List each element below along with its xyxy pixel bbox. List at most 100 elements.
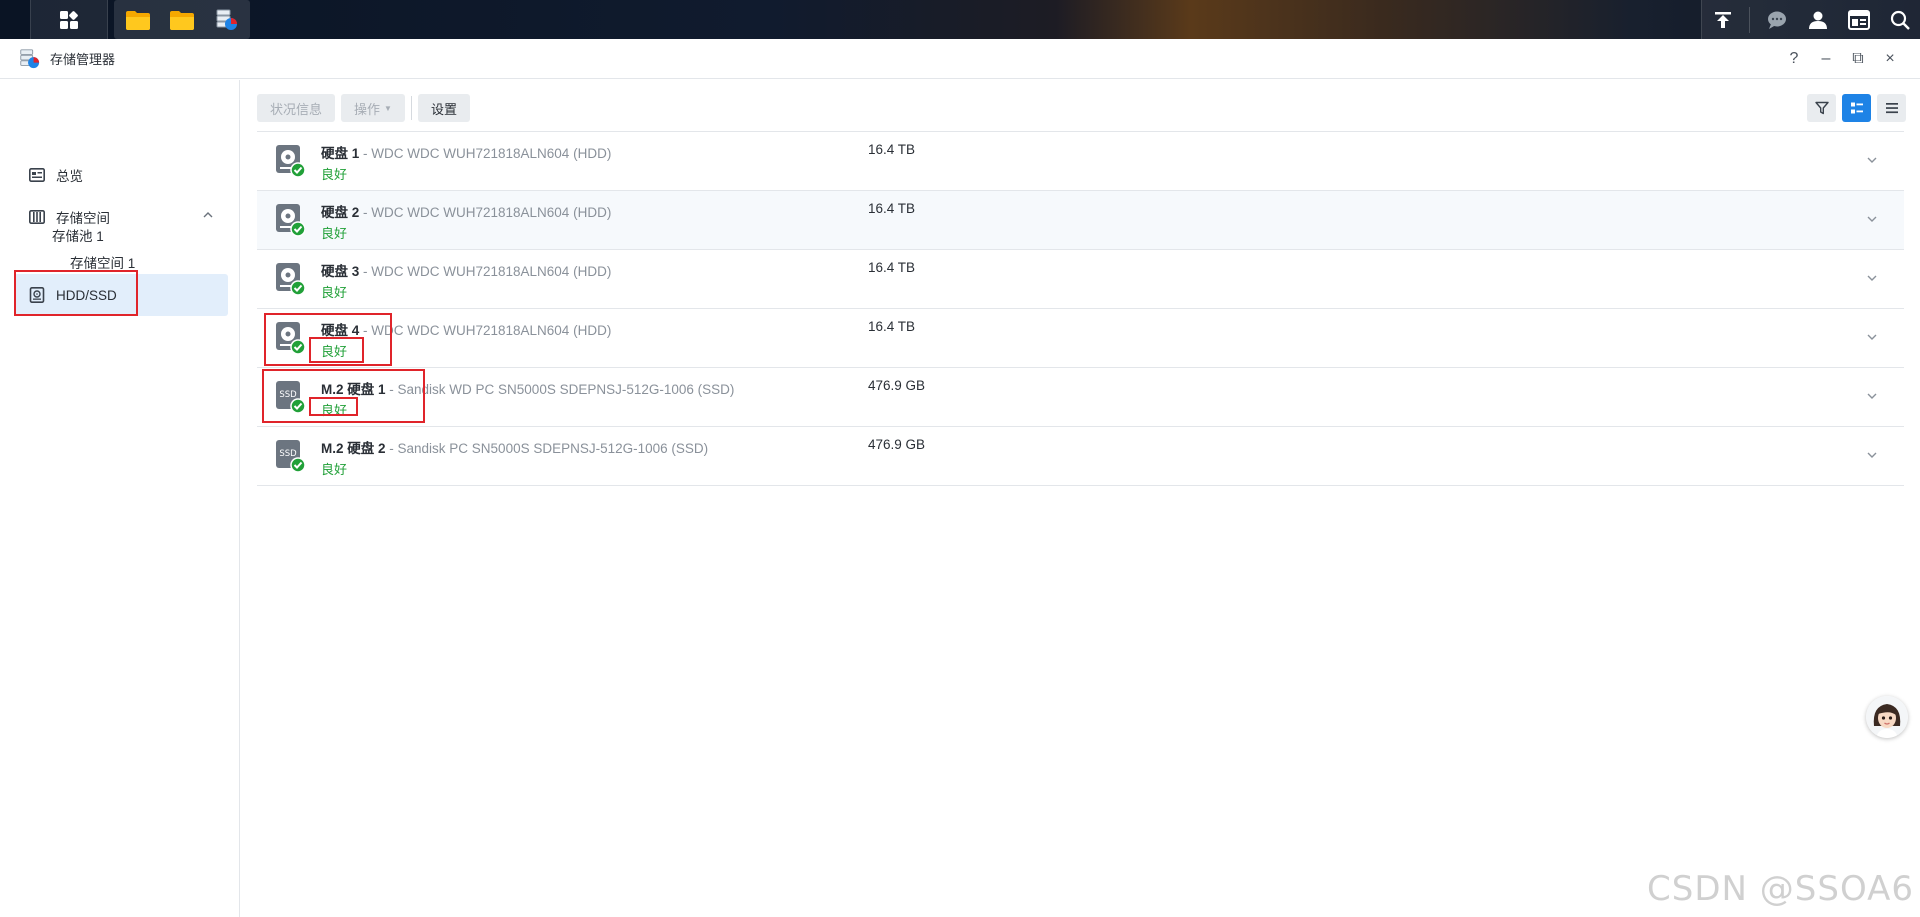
chevron-down-icon[interactable] bbox=[1866, 272, 1878, 284]
disk-model: - Sandisk PC SN5000S SDEPNSJ-512G-1006 (… bbox=[385, 441, 709, 456]
file-station-2-button[interactable] bbox=[160, 0, 204, 39]
ssd-icon-label: SSD bbox=[279, 390, 297, 400]
help-button[interactable]: ? bbox=[1778, 43, 1810, 75]
disk-name: 硬盘 2 - WDC WDC WUH721818ALN604 (HDD) bbox=[321, 201, 611, 221]
sidebar-item-storage-pool[interactable]: 存储池 1 bbox=[52, 225, 104, 245]
widgets-icon bbox=[1847, 9, 1870, 30]
taskbar-tray bbox=[1701, 0, 1920, 39]
taskbar-apps bbox=[114, 0, 250, 39]
disk-status: 良好 bbox=[321, 344, 348, 359]
action-button[interactable]: 操作 ▼ bbox=[341, 94, 405, 122]
disk-name: 硬盘 4 - WDC WDC WUH721818ALN604 (HDD) bbox=[321, 319, 611, 339]
disk-label: M.2 硬盘 1 bbox=[321, 382, 386, 397]
view-controls bbox=[1801, 94, 1906, 122]
hdd-icon bbox=[276, 145, 305, 178]
list-icon bbox=[1885, 103, 1898, 114]
chat-icon bbox=[1767, 11, 1786, 29]
disk-size: 16.4 TB bbox=[868, 260, 916, 275]
action-label: 操作 bbox=[354, 101, 381, 117]
detail-list-icon bbox=[1850, 102, 1863, 114]
filter-button[interactable] bbox=[1807, 94, 1836, 122]
storage-manager-window: 存储管理器 ? – ⧉ × 总览 存储空间 存储池 1 存储空间 1 HDD/S… bbox=[0, 39, 1920, 917]
search-button[interactable] bbox=[1879, 0, 1920, 39]
toolbar-divider bbox=[410, 96, 412, 120]
ssd-icon-label: SSD bbox=[279, 449, 297, 459]
chevron-down-icon[interactable] bbox=[1866, 154, 1878, 166]
sidebar-item-label: HDD/SSD bbox=[56, 287, 117, 303]
chevron-down-icon[interactable] bbox=[1866, 331, 1878, 343]
disk-model: - WDC WDC WUH721818ALN604 (HDD) bbox=[359, 264, 612, 279]
chevron-down-icon[interactable] bbox=[1866, 390, 1878, 402]
disk-row[interactable]: SSD M.2 硬盘 2 - Sandisk PC SN5000S SDEPNS… bbox=[257, 427, 1904, 486]
disk-model: - WDC WDC WUH721818ALN604 (HDD) bbox=[359, 323, 612, 338]
user-button[interactable] bbox=[1797, 0, 1838, 39]
assistant-avatar[interactable] bbox=[1866, 696, 1908, 738]
sidebar-item-overview[interactable]: 总览 bbox=[14, 154, 228, 196]
chevron-down-icon[interactable] bbox=[1866, 213, 1878, 225]
disk-row[interactable]: 硬盘 1 - WDC WDC WUH721818ALN604 (HDD) 良好 … bbox=[257, 132, 1904, 191]
filter-icon bbox=[1814, 101, 1829, 115]
window-controls: ? – ⧉ × bbox=[1778, 39, 1906, 79]
disk-label: 硬盘 4 bbox=[321, 323, 360, 338]
user-icon bbox=[1808, 11, 1827, 29]
ssd-icon: SSD bbox=[276, 440, 305, 473]
disk-size: 16.4 TB bbox=[868, 201, 916, 216]
main-content: 状况信息 操作 ▼ 设置 硬盘 1 - WDC WDC WUH721818ALN6… bbox=[241, 80, 1920, 917]
main-menu-icon bbox=[60, 10, 78, 29]
disk-label: 硬盘 1 bbox=[321, 146, 360, 161]
sidebar-item-hdd-ssd[interactable]: HDD/SSD bbox=[14, 274, 228, 316]
window-title: 存储管理器 bbox=[50, 52, 116, 67]
disk-size: 476.9 GB bbox=[868, 378, 926, 393]
chevron-down-icon[interactable] bbox=[1866, 449, 1878, 461]
disk-row[interactable]: 硬盘 4 - WDC WDC WUH721818ALN604 (HDD) 良好 … bbox=[257, 309, 1904, 368]
sidebar-item-storage[interactable]: 存储空间 bbox=[14, 196, 228, 238]
status-info-label: 状况信息 bbox=[270, 101, 323, 117]
disk-size: 16.4 TB bbox=[868, 142, 916, 157]
storage-icon bbox=[28, 208, 46, 226]
disk-status: 良好 bbox=[321, 167, 348, 182]
sidebar-item-label: 存储空间 bbox=[56, 211, 110, 226]
close-button[interactable]: × bbox=[1874, 43, 1906, 75]
assistant-icon bbox=[1866, 696, 1908, 738]
storage-manager-icon bbox=[216, 9, 237, 30]
detail-view-button[interactable] bbox=[1842, 94, 1871, 122]
disk-model: - WDC WDC WUH721818ALN604 (HDD) bbox=[359, 205, 612, 220]
disk-row[interactable]: 硬盘 3 - WDC WDC WUH721818ALN604 (HDD) 良好 … bbox=[257, 250, 1904, 309]
disk-status: 良好 bbox=[321, 462, 348, 477]
disk-status: 良好 bbox=[321, 403, 348, 418]
disk-label: 硬盘 2 bbox=[321, 205, 360, 220]
folder-icon bbox=[170, 10, 194, 30]
disk-row[interactable]: 硬盘 2 - WDC WDC WUH721818ALN604 (HDD) 良好 … bbox=[257, 191, 1904, 250]
settings-button[interactable]: 设置 bbox=[417, 94, 470, 122]
disk-list: 硬盘 1 - WDC WDC WUH721818ALN604 (HDD) 良好 … bbox=[257, 131, 1904, 486]
sidebar-item-volume[interactable]: 存储空间 1 bbox=[70, 252, 135, 272]
upload-button[interactable] bbox=[1702, 0, 1743, 39]
disk-name: 硬盘 3 - WDC WDC WUH721818ALN604 (HDD) bbox=[321, 260, 611, 280]
hdd-icon bbox=[276, 204, 305, 237]
storage-manager-taskbar-button[interactable] bbox=[204, 0, 248, 39]
overview-icon bbox=[28, 166, 46, 184]
taskbar bbox=[0, 0, 1920, 39]
restore-button[interactable]: ⧉ bbox=[1842, 43, 1874, 75]
minimize-button[interactable]: – bbox=[1810, 43, 1842, 75]
sidebar: 总览 存储空间 存储池 1 存储空间 1 HDD/SSD bbox=[0, 80, 240, 917]
list-view-button[interactable] bbox=[1877, 94, 1906, 122]
file-station-button[interactable] bbox=[116, 0, 160, 39]
upload-icon bbox=[1714, 11, 1731, 28]
storage-manager-icon bbox=[20, 48, 40, 68]
disk-name: M.2 硬盘 1 - Sandisk WD PC SN5000S SDEPNSJ… bbox=[321, 378, 734, 398]
widgets-button[interactable] bbox=[1838, 0, 1879, 39]
settings-label: 设置 bbox=[430, 101, 457, 117]
disk-row[interactable]: SSD M.2 硬盘 1 - Sandisk WD PC SN5000S SDE… bbox=[257, 368, 1904, 427]
main-menu-button[interactable] bbox=[30, 0, 108, 39]
ssd-icon: SSD bbox=[276, 381, 305, 414]
chat-button[interactable] bbox=[1756, 0, 1797, 39]
tray-divider bbox=[1749, 6, 1750, 33]
search-icon bbox=[1890, 10, 1910, 30]
chevron-up-icon[interactable] bbox=[202, 209, 214, 221]
disk-label: 硬盘 3 bbox=[321, 264, 360, 279]
status-info-button[interactable]: 状况信息 bbox=[257, 94, 336, 122]
disk-model: - Sandisk WD PC SN5000S SDEPNSJ-512G-100… bbox=[385, 382, 735, 397]
hdd-icon bbox=[276, 322, 305, 355]
disk-name: M.2 硬盘 2 - Sandisk PC SN5000S SDEPNSJ-51… bbox=[321, 437, 708, 457]
